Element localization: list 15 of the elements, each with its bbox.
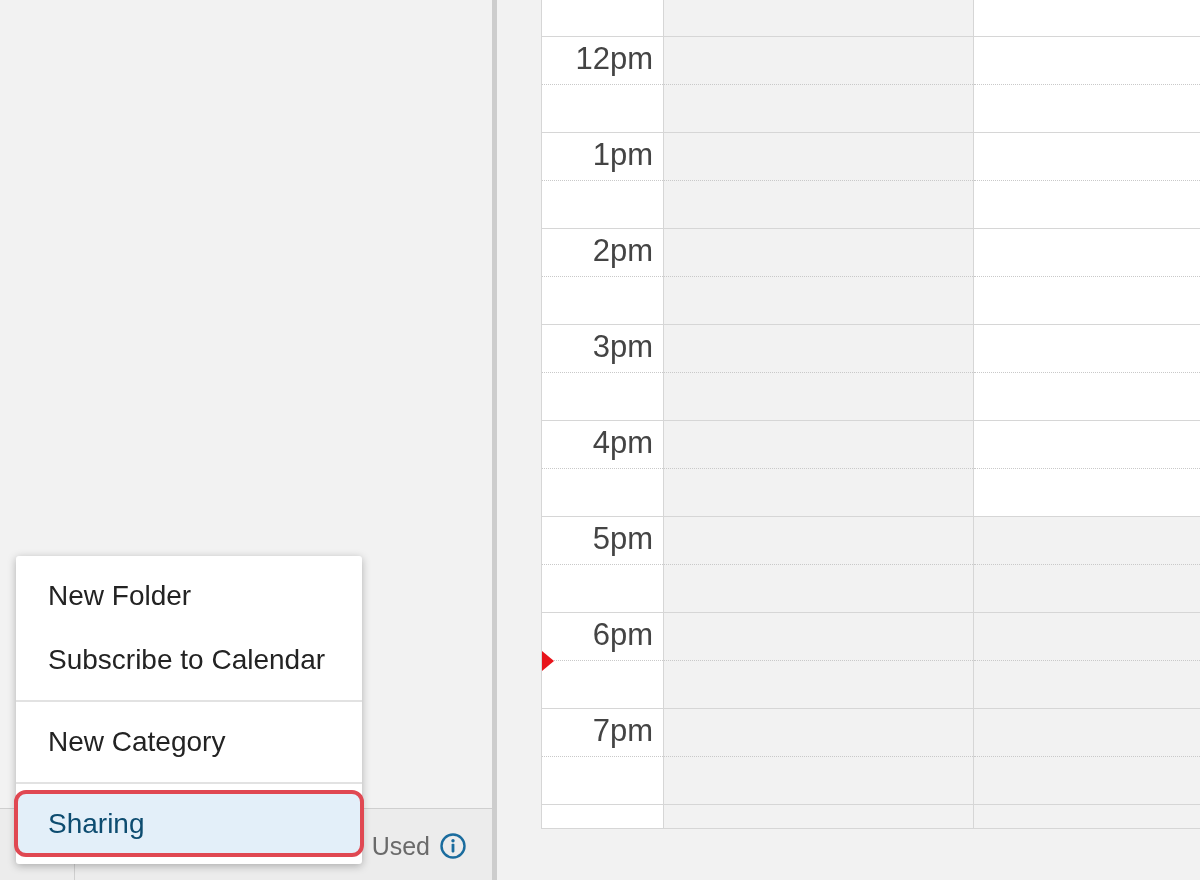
time-label: 2pm [591, 232, 654, 270]
time-label: 1pm [591, 136, 654, 174]
info-icon[interactable] [440, 832, 466, 859]
time-label: 6pm [591, 616, 654, 654]
usage-label: Used [371, 830, 430, 861]
menu-item[interactable]: Subscribe to Calendar [16, 628, 362, 692]
time-label: 12pm [574, 40, 654, 78]
menu-item[interactable]: New Category [16, 710, 362, 774]
pane-splitter[interactable] [492, 0, 497, 880]
time-label: 5pm [591, 520, 654, 558]
menu-item[interactable]: Sharing [14, 790, 364, 857]
time-label: 7pm [591, 712, 654, 750]
menu-item[interactable]: New Folder [16, 564, 362, 628]
time-label: 4pm [591, 424, 654, 462]
time-label: 3pm [591, 328, 654, 366]
